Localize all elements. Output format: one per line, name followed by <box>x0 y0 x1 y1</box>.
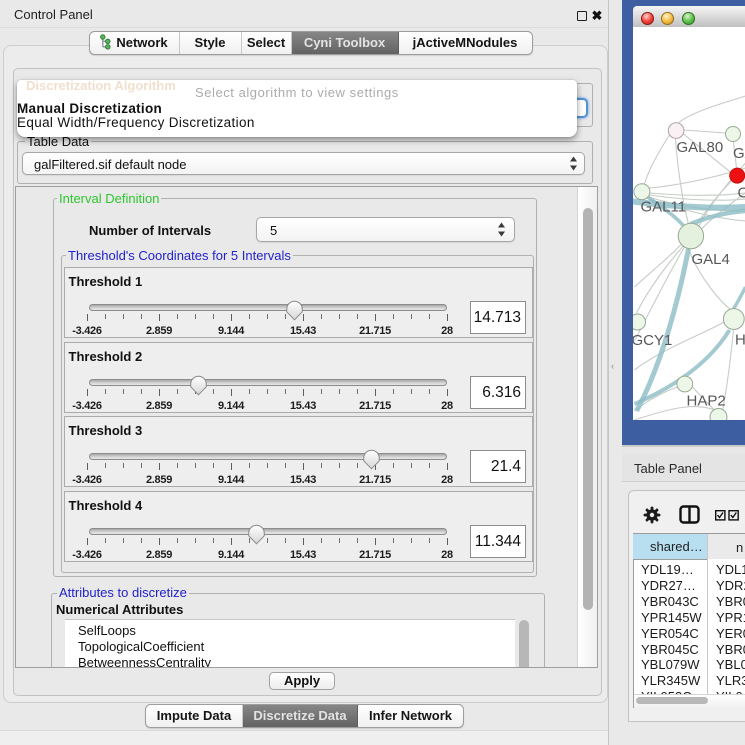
svg-text:GCY1: GCY1 <box>633 332 672 349</box>
svg-text:GA: GA <box>733 145 745 162</box>
svg-text:GAL80: GAL80 <box>676 139 723 156</box>
svg-text:H: H <box>735 332 745 349</box>
svg-text:HAP2: HAP2 <box>686 393 725 410</box>
svg-text:GAL11: GAL11 <box>640 199 686 216</box>
svg-text:GAL4: GAL4 <box>691 251 729 268</box>
svg-text:C: C <box>737 185 745 202</box>
